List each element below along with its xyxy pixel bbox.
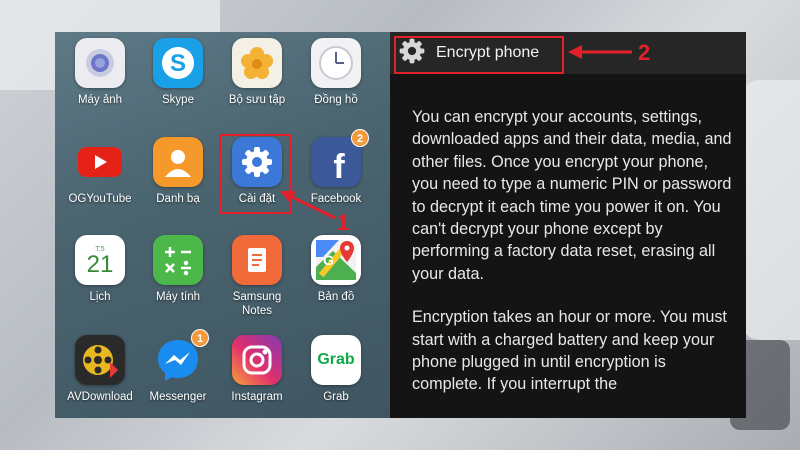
- annotation-arrows: [280, 45, 632, 220]
- step-1-label: 1: [337, 210, 350, 235]
- arrow-2-head: [568, 45, 582, 59]
- arrow-1: [287, 193, 336, 220]
- step-2-label: 2: [638, 40, 651, 65]
